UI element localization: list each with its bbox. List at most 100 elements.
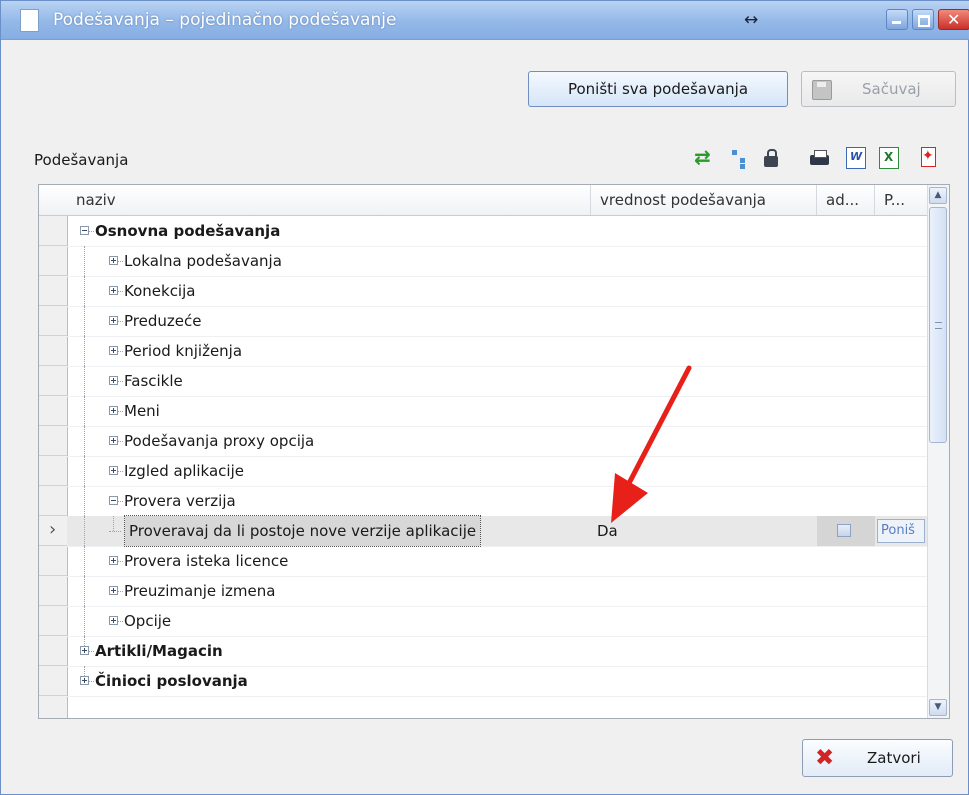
- expand-icon[interactable]: [109, 556, 118, 565]
- column-header-p[interactable]: P...: [875, 185, 927, 215]
- refresh-icon[interactable]: [694, 145, 714, 169]
- settings-grid[interactable]: naziv vrednost podešavanja ad... P... Os…: [38, 184, 950, 719]
- table-row[interactable]: Izgled aplikacije: [39, 456, 927, 487]
- expand-icon[interactable]: [80, 646, 89, 655]
- expand-icon[interactable]: [109, 586, 118, 595]
- column-header-vrednost[interactable]: vrednost podešavanja: [591, 185, 817, 215]
- tree-connector: [118, 621, 123, 622]
- word-export-icon[interactable]: [846, 147, 866, 169]
- table-row[interactable]: Opcije: [39, 606, 927, 637]
- table-row[interactable]: Podešavanja proxy opcija: [39, 426, 927, 457]
- tree-connector: [89, 231, 94, 232]
- table-row[interactable]: Preduzeće: [39, 306, 927, 337]
- expand-icon[interactable]: [109, 286, 118, 295]
- expand-icon[interactable]: [109, 436, 118, 445]
- lock-icon[interactable]: [761, 147, 781, 169]
- row-header-cell[interactable]: [39, 546, 67, 576]
- table-row[interactable]: Artikli/Magacin: [39, 636, 927, 667]
- excel-export-icon[interactable]: [879, 147, 899, 169]
- window-title: Podešavanja – pojedinačno podešavanje: [53, 10, 397, 30]
- checkbox[interactable]: [837, 524, 851, 537]
- setting-name: Opcije: [124, 612, 172, 630]
- table-row[interactable]: Činioci poslovanja: [39, 666, 927, 697]
- row-header-cell[interactable]: [39, 336, 67, 366]
- row-header-cell[interactable]: [39, 606, 67, 636]
- red-x-icon: ✖: [815, 745, 835, 771]
- admin-checkbox-cell[interactable]: [817, 516, 875, 546]
- scrollbar-thumb[interactable]: [929, 207, 947, 443]
- tree-guide: [84, 516, 85, 546]
- row-header-cell[interactable]: [39, 366, 67, 396]
- table-row[interactable]: Provera verzija: [39, 486, 927, 517]
- table-row[interactable]: Konekcija: [39, 276, 927, 307]
- table-row[interactable]: Fascikle: [39, 366, 927, 397]
- tree-guide: [113, 516, 114, 531]
- row-header-cell[interactable]: [39, 306, 67, 336]
- row-header-cell[interactable]: [39, 486, 67, 516]
- pdf-export-icon[interactable]: [919, 147, 939, 169]
- reset-setting-button[interactable]: Poniš: [877, 519, 925, 543]
- expand-icon[interactable]: [109, 316, 118, 325]
- tree-connector: [118, 411, 123, 412]
- expand-icon[interactable]: [109, 406, 118, 415]
- expand-icon[interactable]: [109, 616, 118, 625]
- row-header-cell[interactable]: [39, 516, 67, 546]
- print-icon[interactable]: [809, 147, 829, 169]
- table-row[interactable]: Period knjiženja: [39, 336, 927, 367]
- table-row[interactable]: Preuzimanje izmena: [39, 576, 927, 607]
- app-icon: [20, 9, 39, 32]
- setting-name: Činioci poslovanja: [95, 672, 248, 690]
- tree-guide: [84, 636, 85, 646]
- maximize-button[interactable]: [912, 9, 934, 30]
- close-button[interactable]: ✖ Zatvori: [802, 739, 953, 777]
- expand-icon[interactable]: [109, 376, 118, 385]
- setting-name: Artikli/Magacin: [95, 642, 223, 660]
- expand-icon[interactable]: [109, 466, 118, 475]
- settings-section-label: Podešavanja: [34, 151, 129, 169]
- save-button[interactable]: Sačuvaj: [801, 71, 956, 107]
- row-header-cell[interactable]: [39, 426, 67, 456]
- collapse-icon[interactable]: [80, 226, 89, 235]
- row-header-cell[interactable]: [39, 456, 67, 486]
- column-header-naziv[interactable]: naziv: [67, 185, 591, 215]
- window-close-button[interactable]: ✕: [938, 9, 969, 30]
- tree-guide: [84, 486, 85, 516]
- expand-icon[interactable]: [80, 676, 89, 685]
- tree-connector: [118, 351, 123, 352]
- tree-connector: [118, 291, 123, 292]
- row-header-cell[interactable]: [39, 576, 67, 606]
- tree-guide: [84, 276, 85, 306]
- row-header-cell[interactable]: [39, 276, 67, 306]
- setting-name: Preuzimanje izmena: [124, 582, 276, 600]
- tree-icon[interactable]: [729, 147, 749, 169]
- setting-name: Podešavanja proxy opcija: [124, 432, 315, 450]
- row-header-cell[interactable]: [39, 216, 67, 246]
- floppy-disk-icon: [812, 80, 832, 100]
- tree-guide: [84, 306, 85, 336]
- table-row-selected[interactable]: Proveravaj da li postoje nove verzije ap…: [39, 515, 927, 547]
- row-header-cell[interactable]: [39, 666, 67, 696]
- table-row[interactable]: Meni: [39, 396, 927, 427]
- row-header-cell[interactable]: [39, 396, 67, 426]
- expand-icon[interactable]: [109, 256, 118, 265]
- scroll-up-icon[interactable]: ▲: [929, 187, 947, 204]
- minimize-button[interactable]: [886, 9, 908, 30]
- setting-name: Provera verzija: [124, 492, 236, 510]
- table-row[interactable]: Lokalna podešavanja: [39, 246, 927, 277]
- column-header-ad[interactable]: ad...: [817, 185, 875, 215]
- expand-icon[interactable]: [109, 346, 118, 355]
- row-header-cell[interactable]: [39, 636, 67, 666]
- setting-name: Preduzeće: [124, 312, 202, 330]
- scroll-down-icon[interactable]: ▼: [929, 699, 947, 716]
- reset-all-label: Poništi sva podešavanja: [567, 80, 749, 98]
- setting-name: Provera isteka licence: [124, 552, 289, 570]
- row-header-cell[interactable]: [39, 246, 67, 276]
- tree-guide: [84, 546, 85, 576]
- table-row[interactable]: Provera isteka licence: [39, 546, 927, 577]
- reset-all-settings-button[interactable]: Poništi sva podešavanja: [528, 71, 788, 107]
- collapse-icon[interactable]: [109, 496, 118, 505]
- vertical-scrollbar[interactable]: ▲ ▼: [927, 185, 949, 718]
- title-bar[interactable]: Podešavanja – pojedinačno podešavanje ↔ …: [1, 1, 969, 40]
- tree-guide: [84, 576, 85, 606]
- table-row[interactable]: Osnovna podešavanja: [39, 216, 927, 247]
